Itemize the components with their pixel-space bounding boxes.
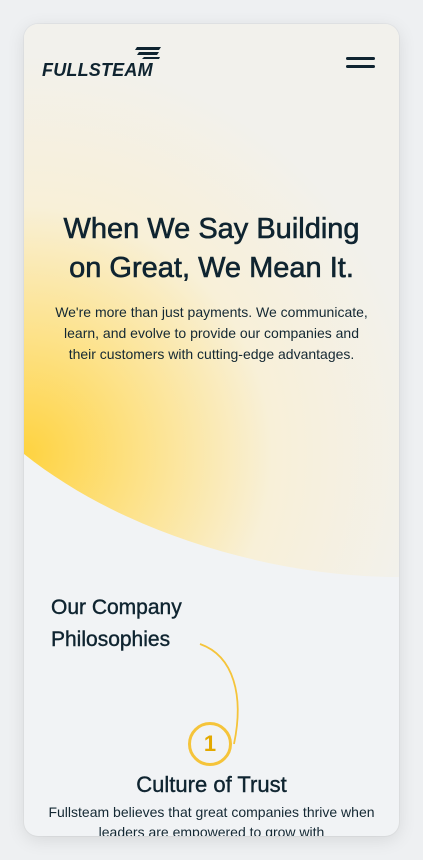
menu-button[interactable] (342, 52, 378, 72)
fullsteam-flag-icon (135, 47, 161, 59)
philosophy-number-badge: 1 (188, 722, 232, 766)
philosophy-description: Fullsteam believes that great companies … (48, 804, 375, 836)
fullsteam-logo[interactable]: FULLSTEAM (42, 46, 168, 80)
brand-name: FULLSTEAM (42, 60, 153, 80)
phone-viewport: FULLSTEAM When We Say Building on Great,… (24, 24, 399, 836)
hero-title: When We Say Building on Great, We Mean I… (63, 213, 360, 285)
hamburger-menu-icon-bar-top (346, 57, 375, 60)
hamburger-menu-icon-bar-bottom (346, 65, 375, 68)
site-header: FULLSTEAM (24, 24, 399, 104)
philosophy-title: Culture of Trust (136, 772, 287, 797)
hero-subtitle: We're more than just payments. We commun… (55, 304, 368, 362)
